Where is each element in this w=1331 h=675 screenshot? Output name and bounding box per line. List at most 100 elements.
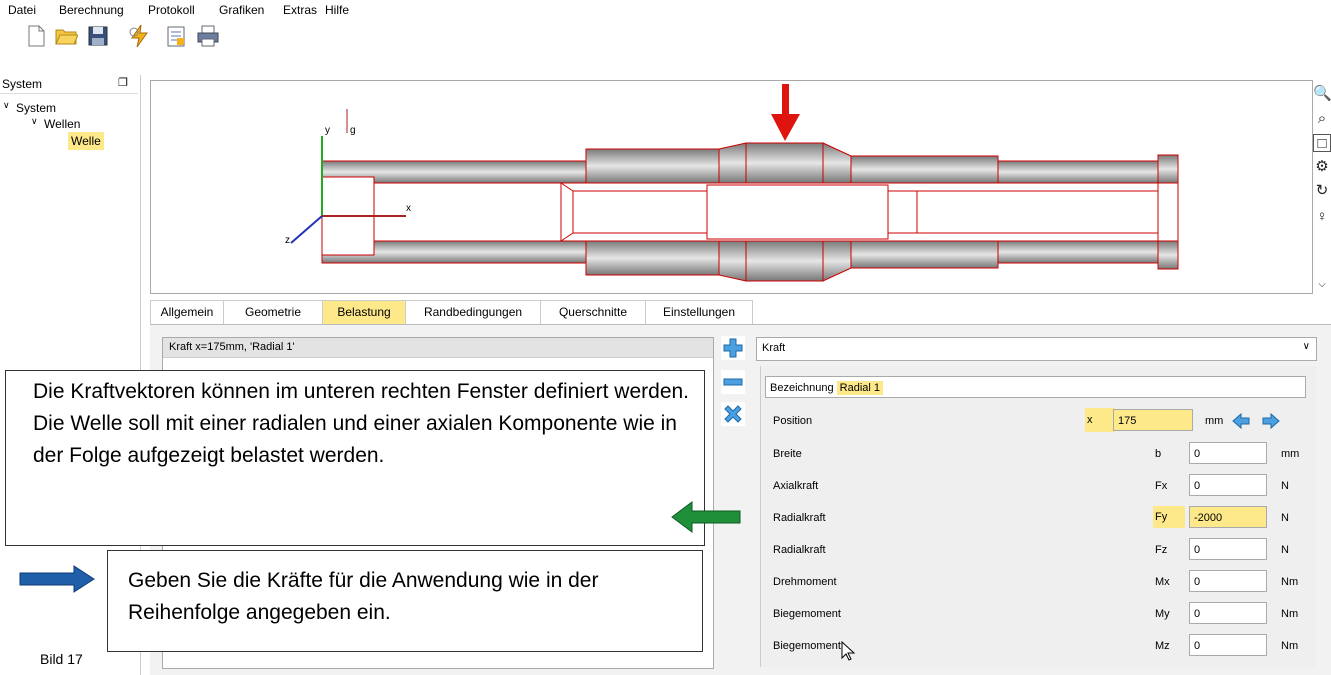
menu-protokoll[interactable]: Protokoll [148,3,195,17]
arrow-left-green-icon [671,501,741,533]
tree-header: System ❐ [0,75,138,94]
chevron-down-icon: ∨ [1302,341,1310,352]
tab-geometrie[interactable]: Geometrie [223,300,323,324]
list-item[interactable]: Kraft x=175mm, 'Radial 1' [163,338,713,358]
breite-unit: mm [1281,448,1300,460]
zoom-out-icon[interactable]: ⌕ [1313,110,1331,128]
more-icon[interactable]: ⌵ [1313,276,1331,294]
load-type-value: Kraft [762,342,786,354]
arrow-left-icon[interactable] [1230,410,1252,432]
load-item-label: Kraft x=175mm, 'Radial 1' [169,341,295,353]
biegemoment-my-label: Biegemoment [773,608,841,620]
tree-header-title: System [2,77,43,91]
remove-load-button[interactable] [721,370,745,394]
row-biegemoment-my: Biegemoment My 0 Nm [765,601,1314,627]
axialkraft-label: Axialkraft [773,480,819,492]
arrow-right-blue-icon [19,565,95,593]
radialkraft-fy-symbol: Fy [1153,506,1185,528]
row-drehmoment: Drehmoment Mx 0 Nm [765,569,1314,595]
z-axis [290,215,323,244]
drehmoment-unit: Nm [1281,576,1299,588]
light-icon[interactable]: ♀ [1313,208,1331,226]
delete-all-button[interactable] [721,402,745,426]
chevron-down-icon[interactable]: ∨ [31,116,38,127]
toolbar [0,20,1331,68]
axialkraft-unit: N [1281,480,1289,492]
breite-symbol: b [1155,448,1162,460]
add-load-button[interactable] [721,336,745,360]
radialkraft-fz-label: Radialkraft [773,544,826,556]
axis-label-x: x [406,203,411,214]
callout-bottom: Geben Sie die Kräfte für die Anwendung w… [107,550,703,652]
tab-allgemein[interactable]: Allgemein [150,300,224,324]
calculate-icon[interactable] [128,24,152,48]
tab-einstellungen[interactable]: Einstellungen [645,300,753,324]
position-symbol: x [1085,408,1115,432]
menu-grafiken[interactable]: Grafiken [219,3,264,17]
menu-hilfe[interactable]: Hilfe [325,3,349,17]
biegemoment-mz-input[interactable]: 0 [1189,634,1267,656]
radialkraft-fy-unit: N [1281,512,1289,524]
radialkraft-fy-input[interactable]: -2000 [1189,506,1267,528]
callout-top-text: Die Kraftvektoren können im unteren rech… [33,380,690,467]
tree-item-system[interactable]: System [16,101,56,115]
load-properties: Kraft ∨ Bezeichnung Radial 1 Position x … [756,337,1317,667]
tab-belastung[interactable]: Belastung [322,300,406,324]
save-icon[interactable] [86,24,110,48]
menu-berechnung[interactable]: Berechnung [59,3,124,17]
row-radialkraft-fy: Radialkraft Fy -2000 N [765,505,1314,531]
new-file-icon[interactable] [24,24,48,48]
shaft-3d-view[interactable]: y g x z [150,80,1313,294]
zoom-window-icon[interactable]: □ [1313,134,1331,152]
axialkraft-symbol: Fx [1155,480,1168,492]
breite-input[interactable]: 0 [1189,442,1267,464]
arrow-right-icon[interactable] [1260,410,1282,432]
view-toolbar: 🔍 ⌕ □ ⚙ ↻ ♀ ⌵ [1313,80,1331,300]
menu-datei[interactable]: Datei [8,3,36,17]
zoom-in-icon[interactable]: 🔍 [1313,85,1331,103]
radialkraft-fz-symbol: Fz [1155,544,1168,556]
mouse-cursor-icon [841,641,855,661]
row-axialkraft: Axialkraft Fx 0 N [765,473,1314,499]
axis-label-g: g [350,125,356,136]
tree-item-wellen[interactable]: Wellen [44,117,80,131]
settings-gear-icon[interactable]: ⚙ [1313,158,1331,176]
open-folder-icon[interactable] [54,24,78,48]
position-input[interactable]: 175 [1113,409,1193,431]
biegemoment-mz-label: Biegemoment [773,640,841,652]
menu-extras[interactable]: Extras [283,3,317,17]
position-unit: mm [1205,415,1224,427]
menu-bar: Datei Berechnung Protokoll Grafiken Extr… [0,0,1331,20]
bezeichnung-field[interactable]: Bezeichnung Radial 1 [765,376,1306,398]
tree-item-welle[interactable]: Welle [68,132,104,150]
radialkraft-fz-unit: N [1281,544,1289,556]
biegemoment-mz-symbol: Mz [1155,640,1170,652]
radialkraft-fy-label: Radialkraft [773,512,826,524]
drehmoment-input[interactable]: 0 [1189,570,1267,592]
row-breite: Breite b 0 mm [765,441,1314,467]
axis-label-y: y [325,125,330,136]
float-window-icon[interactable]: ❐ [118,76,128,89]
rotate-icon[interactable]: ↻ [1313,182,1331,200]
chevron-down-icon[interactable]: ∨ [3,100,10,111]
callout-top: Die Kraftvektoren können im unteren rech… [5,370,705,546]
bezeichnung-value[interactable]: Radial 1 [836,381,884,395]
load-type-select[interactable]: Kraft ∨ [756,337,1317,361]
tab-randbedingungen[interactable]: Randbedingungen [405,300,541,324]
print-icon[interactable] [196,24,220,48]
radialkraft-fz-input[interactable]: 0 [1189,538,1267,560]
report-icon[interactable] [164,24,188,48]
axialkraft-input[interactable]: 0 [1189,474,1267,496]
drehmoment-symbol: Mx [1155,576,1170,588]
biegemoment-my-unit: Nm [1281,608,1299,620]
row-position: Position x 175 mm [765,408,1314,434]
tab-querschnitte[interactable]: Querschnitte [540,300,646,324]
row-bezeichnung: Bezeichnung Radial 1 [765,376,1314,402]
shaft-drawing: y g x z [285,84,1179,282]
tab-bar: Allgemein Geometrie Belastung Randbeding… [150,300,1331,325]
position-label: Position [773,415,813,427]
figure-caption: Bild 17 [40,651,83,667]
biegemoment-my-input[interactable]: 0 [1189,602,1267,624]
breite-label: Breite [773,448,802,460]
row-radialkraft-fz: Radialkraft Fz 0 N [765,537,1314,563]
